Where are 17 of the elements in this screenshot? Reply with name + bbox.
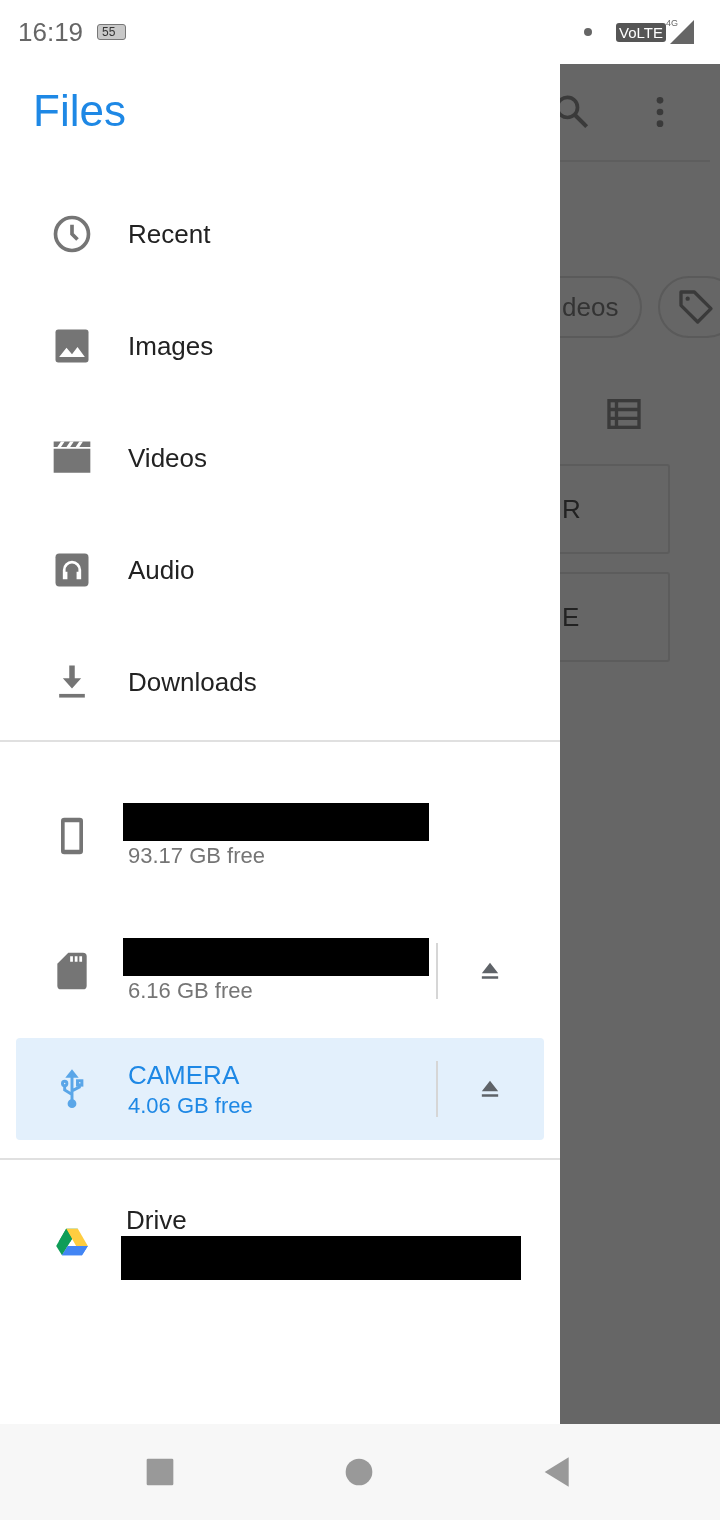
network-type: 4G [666, 18, 678, 28]
status-time: 16:19 [18, 16, 84, 48]
nav-item[interactable]: Audio [0, 514, 560, 626]
storage-item[interactable]: 93.17 GB free [16, 768, 544, 903]
volte-indicator: VoLTE [616, 22, 666, 42]
home-button-icon[interactable] [343, 1456, 375, 1488]
nav-item[interactable]: Recent [0, 178, 560, 290]
drawer-title: Files [32, 85, 127, 137]
storage-item[interactable]: 6.16 GB free [16, 903, 544, 1038]
nav-item[interactable]: Downloads [0, 626, 560, 738]
notification-dot-icon [584, 28, 593, 36]
battery-indicator: 55 [97, 24, 127, 40]
tag-chip[interactable] [658, 276, 720, 338]
drive-item[interactable]: Drive [0, 1186, 560, 1298]
recents-button-icon[interactable] [144, 1456, 176, 1488]
nav-item[interactable]: Images [0, 290, 560, 402]
nav-item[interactable]: Videos [0, 402, 560, 514]
